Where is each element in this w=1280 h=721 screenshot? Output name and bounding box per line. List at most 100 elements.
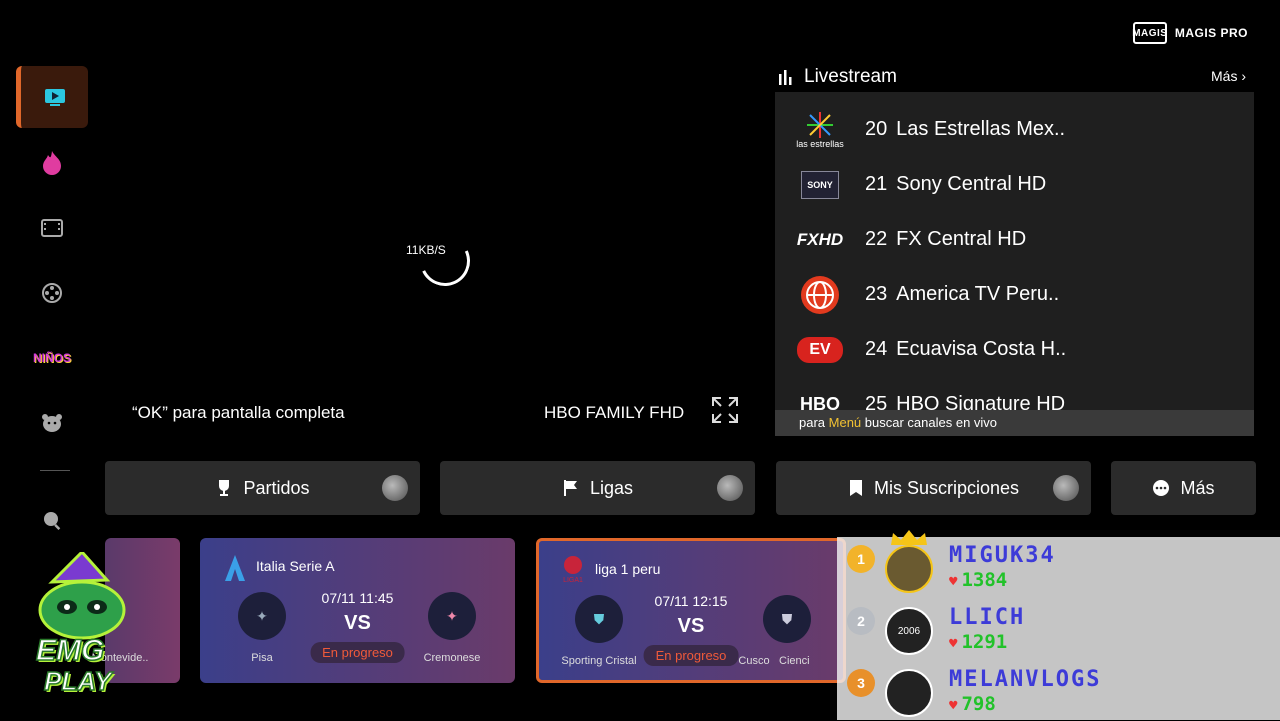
tab-partidos[interactable]: Partidos: [105, 461, 420, 515]
tab-label: Más: [1180, 477, 1215, 498]
versus-label: VS: [344, 612, 371, 634]
match-datetime: 07/11 12:15: [654, 593, 728, 609]
star-burst-icon: [807, 111, 833, 138]
channel-logo-text: SONY: [801, 170, 839, 199]
avatar: 2006: [885, 607, 933, 655]
tab-label: Ligas: [589, 477, 634, 498]
brand-logo: MAGIS: [1132, 22, 1167, 44]
sidebar-divider: [40, 470, 70, 471]
serie-a-logo-icon: [225, 555, 245, 581]
sidebar-item-search[interactable]: [16, 489, 88, 551]
emg-play-mascot-logo: EMG PLAY: [22, 549, 142, 702]
livestream-more-link[interactable]: Más ›: [1211, 68, 1246, 84]
status-badge: En progreso: [310, 642, 405, 663]
avatar: [885, 545, 933, 593]
team-c-name: Cienci: [779, 655, 810, 667]
leaderboard-name: LLICH: [949, 605, 1026, 630]
tab-label: Partidos: [243, 477, 310, 498]
sidebar-item-series[interactable]: [16, 262, 88, 324]
channel-logo: las estrellas: [775, 111, 865, 149]
bars-icon: [779, 70, 792, 85]
livestream-title: Livestream: [804, 66, 897, 87]
avatar: [885, 669, 933, 717]
channel-name: FX Central HD: [896, 228, 1027, 250]
channel-number: 25: [865, 393, 888, 410]
channel-logo: [775, 275, 865, 315]
bookmark-icon: [849, 480, 862, 496]
rank-medal: 3: [847, 669, 875, 697]
fullscreen-hint: “OK” para pantalla completa: [132, 403, 345, 422]
ninos-icon: NIÑOS: [32, 351, 71, 365]
soccer-ball-icon: [717, 475, 743, 501]
svg-text:LIGA1: LIGA1: [563, 577, 583, 583]
channel-logo-text: las estrellas: [796, 138, 844, 149]
channel-number: 20: [865, 118, 888, 140]
channel-number: 22: [865, 228, 888, 250]
sidebar-item-hot[interactable]: [16, 132, 88, 194]
match-card-focused[interactable]: LIGA1 liga 1 peru ⛊ ⛊ 07/11 12:15 VS En …: [536, 538, 846, 683]
leaderboard-overlay: 1 MIGUK34 ♥ 1384 2 2006 LLICH ♥ 1291 3 MEL…: [837, 530, 1280, 721]
channel-row[interactable]: HBO 25 HBO Signature HD: [775, 377, 1254, 410]
channel-logo-text: FXHD: [796, 229, 844, 249]
brand-name: MAGIS PRO: [1174, 26, 1248, 40]
league-name: Italia Serie A: [256, 558, 335, 574]
channel-number: 23: [865, 283, 888, 305]
channel-row[interactable]: EV 24 Ecuavisa Costa H..: [775, 322, 1254, 377]
leaderboard-row: 3 MELANVLOGS ♥ 798: [837, 663, 1280, 721]
expand-icon[interactable]: [711, 396, 739, 424]
tab-ligas[interactable]: Ligas: [440, 461, 755, 515]
brand: MAGIS MAGIS PRO: [1132, 22, 1248, 44]
channel-row[interactable]: FXHD 22 FX Central HD: [775, 212, 1254, 267]
channel-name: Ecuavisa Costa H..: [896, 338, 1067, 360]
channel-logo: FXHD: [775, 230, 865, 250]
liga1-logo-icon: LIGA1: [563, 556, 583, 583]
america-globe-icon: [801, 275, 839, 314]
heart-icon: ♥: [949, 698, 958, 714]
team-a-name: Sporting Cristal: [561, 655, 637, 667]
channel-number: 21: [865, 173, 888, 195]
sidebar-item-live-tv[interactable]: [16, 66, 88, 128]
leaderboard-score: ♥ 1384: [949, 569, 1007, 591]
rank-medal: 2: [847, 607, 875, 635]
leaderboard-row: 2 2006 LLICH ♥ 1291: [837, 601, 1280, 659]
hint-menu-key: Menú: [828, 415, 862, 430]
tab-mas[interactable]: Más: [1111, 461, 1256, 515]
sidebar-item-kids[interactable]: NIÑOS: [16, 327, 88, 389]
channel-name: HBO Signature HD: [896, 393, 1066, 410]
score-value: 798: [961, 693, 996, 715]
tab-mis-suscripciones[interactable]: Mis Suscripciones: [776, 461, 1091, 515]
raccoon-wizard-icon: [38, 549, 126, 640]
channel-logo-text: EV: [797, 336, 843, 363]
tab-label: Mis Suscripciones: [873, 477, 1020, 498]
channel-name: Sony Central HD: [896, 173, 1047, 195]
sidebar-item-bear[interactable]: [16, 392, 88, 454]
hint-prefix: para: [799, 415, 829, 430]
livestream-footer-hint: para Menú buscar canales en vivo: [775, 410, 1254, 436]
leaderboard-name: MELANVLOGS: [949, 667, 1102, 692]
flag-icon: [563, 480, 577, 496]
leaderboard-name: MIGUK34: [949, 543, 1056, 568]
livestream-header: Livestream: [778, 66, 897, 88]
flame-icon: [43, 151, 61, 175]
channel-row[interactable]: 23 America TV Peru..: [775, 267, 1254, 322]
channel-logo-text: HBO: [800, 394, 840, 410]
film-reel-icon: [42, 283, 62, 303]
versus-label: VS: [677, 615, 705, 637]
league-name: liga 1 peru: [595, 561, 661, 577]
channel-logo: EV: [775, 336, 865, 363]
heart-icon: ♥: [949, 574, 958, 590]
channel-list[interactable]: las estrellas 20 Las Estrellas Mex.. SON…: [775, 92, 1254, 410]
trophy-icon: [219, 480, 230, 496]
soccer-ball-icon: [1053, 475, 1079, 501]
match-card[interactable]: Italia Serie A ✦ ✦ 07/11 11:45 VS En pro…: [200, 538, 515, 683]
team-a-name: Pisa: [251, 652, 273, 664]
heart-icon: ♥: [949, 636, 958, 652]
sidebar-item-movies[interactable]: [16, 197, 88, 259]
score-value: 1291: [961, 631, 1008, 653]
match-datetime: 07/11 11:45: [321, 590, 394, 606]
mascot-line-1: EMG: [35, 633, 105, 668]
loading-spinner: [412, 228, 478, 294]
channel-row[interactable]: SONY 21 Sony Central HD: [775, 157, 1254, 212]
channel-row[interactable]: las estrellas 20 Las Estrellas Mex..: [775, 102, 1254, 157]
current-channel: HBO FAMILY FHD: [544, 403, 685, 422]
